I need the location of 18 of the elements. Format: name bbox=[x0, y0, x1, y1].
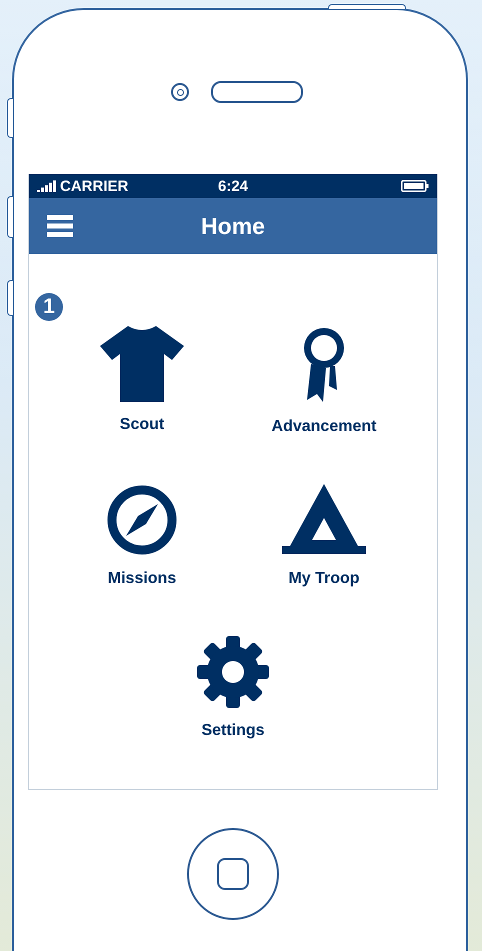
settings-icon bbox=[197, 636, 269, 708]
menu-tile[interactable]: Missions bbox=[106, 484, 178, 588]
screen-title: Home bbox=[201, 212, 265, 240]
signal-icon bbox=[37, 180, 57, 192]
menu-tile[interactable]: Advancement bbox=[272, 324, 376, 436]
shirt-icon bbox=[98, 324, 186, 402]
menu-icon bbox=[47, 215, 73, 237]
menu-button[interactable] bbox=[47, 215, 73, 237]
home-square-icon bbox=[217, 858, 249, 890]
carrier-label: CARRIER bbox=[60, 178, 128, 194]
menu-tile[interactable]: My Troop bbox=[282, 484, 366, 588]
camera-icon bbox=[171, 83, 189, 101]
menu-tile[interactable]: Settings bbox=[197, 636, 269, 740]
menu-tile[interactable]: Scout bbox=[98, 324, 186, 434]
clock-time: 6:24 bbox=[218, 178, 248, 194]
battery-icon bbox=[401, 180, 429, 192]
compass-icon bbox=[106, 484, 178, 556]
tent-icon bbox=[282, 484, 366, 556]
